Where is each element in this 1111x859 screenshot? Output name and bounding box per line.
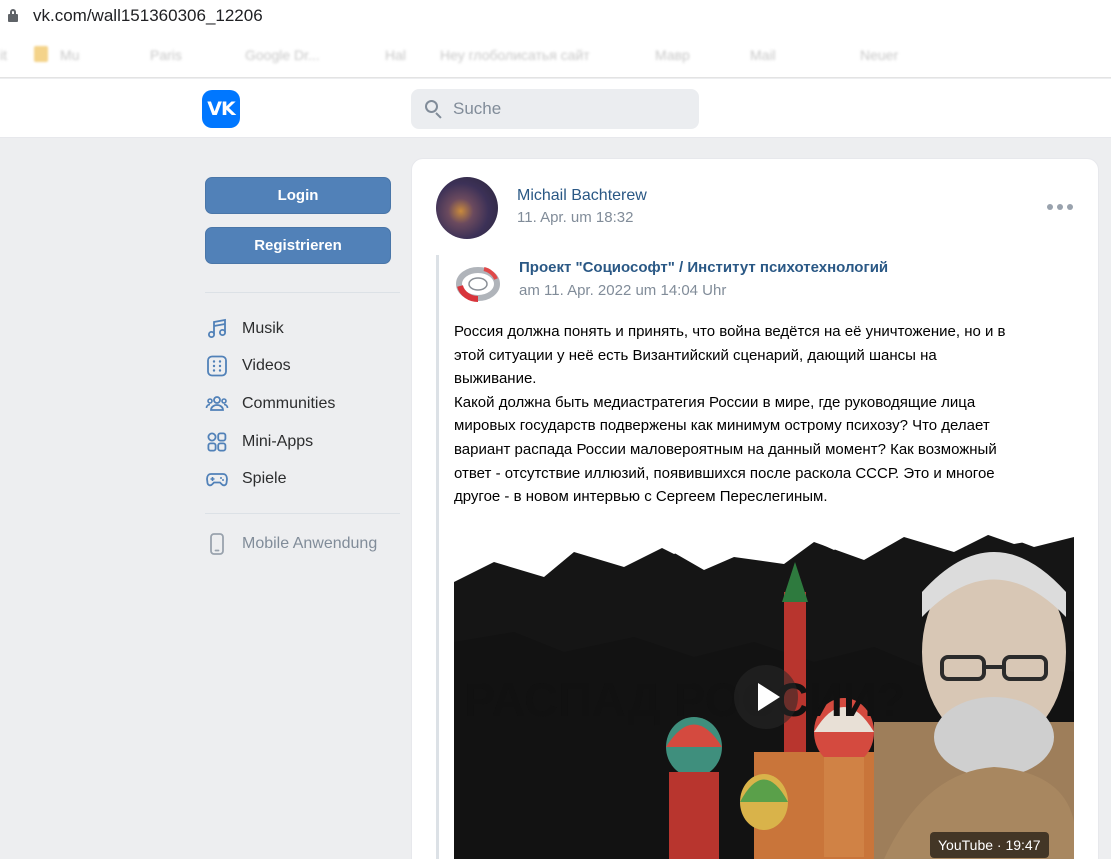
bookmark-item[interactable]: Mu [60,47,79,63]
video-thumbnail[interactable]: РАСПАД РОССИИ? YouTube · 19:47 [454,522,1074,859]
bookmark-item[interactable]: Neuer [860,47,898,63]
bookmark-item[interactable]: it [0,47,7,63]
play-button[interactable] [734,665,798,729]
lock-icon [8,9,18,22]
sidebar-divider [205,292,400,293]
video-duration-badge: YouTube · 19:47 [930,832,1049,858]
videos-icon [205,354,229,378]
bookmark-item[interactable]: Hal [385,47,406,63]
post-text-line: вариант распада России маловероятным на … [454,440,997,458]
music-note-icon [205,317,229,341]
sidebar-item-label: Communities [242,395,336,412]
post-text-line: этой ситуации у неё есть Византийский сц… [454,346,937,364]
search-box[interactable] [411,89,699,129]
login-button[interactable]: Login [205,177,391,214]
sidebar-item-label: Mini-Apps [242,433,314,450]
sidebar-divider [205,513,400,514]
gamepad-icon [205,467,229,491]
post-text-line: Россия должна понять и принять, что войн… [454,323,1006,340]
community-logo[interactable] [454,262,502,304]
bookmark-item[interactable]: Неу глоболисатья сайт [440,47,590,63]
sidebar-item-mobile-app[interactable]: Mobile Anwendung [205,529,405,559]
smartphone-icon [205,532,229,556]
bookmark-item[interactable]: Mail [750,47,776,63]
bookmark-item[interactable]: Мавр [655,47,690,63]
post-text-line: Какой должна быть медиастратегия России … [454,393,976,411]
post-text: Россия должна понять и принять, что войн… [454,320,1072,509]
more-options-icon[interactable] [1047,197,1073,217]
repost-border [436,255,439,859]
browser-url-bar[interactable]: vk.com/wall151360306_12206 [0,0,1111,32]
sidebar-item-label: Mobile Anwendung [242,535,378,552]
sidebar-item-spiele[interactable]: Spiele [205,464,405,494]
mini-apps-icon [205,430,229,454]
avatar[interactable] [436,177,498,239]
register-button[interactable]: Registrieren [205,227,391,264]
post-text-line: ответ - отсутствие иллюзий, появившихся … [454,464,995,482]
sidebar-item-mini-apps[interactable]: Mini-Apps [205,427,405,457]
search-icon [425,100,443,119]
sidebar-item-communities[interactable]: Communities [205,389,405,419]
bookmark-item[interactable]: Paris [150,47,182,63]
vk-logo-text: VK [207,98,235,120]
post-author[interactable]: Michail Bachterew [517,187,647,205]
bookmark-favicon-icon [34,46,48,62]
sidebar-item-videos[interactable]: Videos [205,351,405,381]
sidebar-item-musik[interactable]: Musik [205,314,405,344]
bookmarks-bar: it Mu Paris Google Dr... Hal Неу глоболи… [0,32,1111,78]
video-title: РАСПАД РОССИИ? [464,673,906,726]
play-icon [758,683,780,711]
repost-source-name[interactable]: Проект "Социософт" / Институт психотехно… [519,259,888,276]
post-date[interactable]: 11. Apr. um 18:32 [517,209,633,226]
search-input[interactable] [453,89,693,129]
post-text-line: выживание. [454,370,537,388]
communities-icon [205,392,229,416]
sidebar-item-label: Musik [242,320,284,337]
post-text-line: другое - в новом интервью с Сергеем Пере… [454,488,828,506]
sidebar-item-label: Videos [242,357,291,374]
bookmark-item[interactable]: Google Dr... [245,47,320,63]
vk-logo[interactable]: VK [202,90,240,128]
repost-source-date[interactable]: am 11. Apr. 2022 um 14:04 Uhr [519,282,726,299]
url-text[interactable]: vk.com/wall151360306_12206 [33,6,263,26]
post-text-line: мировых государств подвержены как миниму… [454,417,990,435]
sidebar-item-label: Spiele [242,470,287,487]
